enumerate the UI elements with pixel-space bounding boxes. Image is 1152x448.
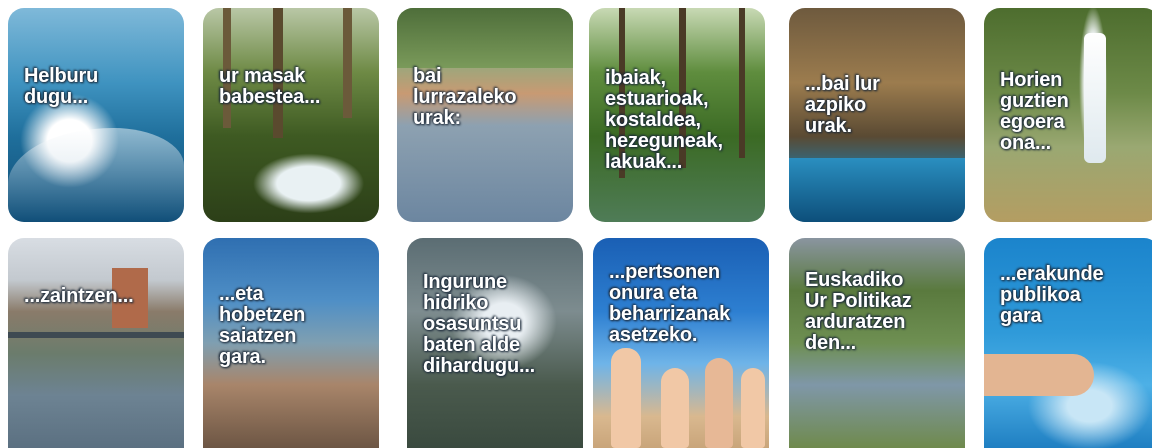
card-wave: Helburu dugu... bbox=[8, 8, 184, 222]
card-river: bai lurrazaleko urak: bbox=[397, 8, 573, 222]
hills-shape bbox=[397, 8, 573, 68]
card-caption: ...eta hobetzen saiatzen gara. bbox=[219, 283, 306, 368]
card-caption: ...zaintzen... bbox=[24, 285, 134, 307]
child-figure bbox=[661, 368, 689, 448]
card-forest: ibaiak, estuarioak, kostaldea, hezegunea… bbox=[589, 8, 765, 222]
card-caption: ...bai lur azpiko urak. bbox=[805, 73, 880, 137]
card-cave: ...bai lur azpiko urak. bbox=[789, 8, 965, 222]
card-waterfall: Horien guztien egoera ona... bbox=[984, 8, 1152, 222]
card-caption: ...erakunde publikoa gara bbox=[1000, 263, 1104, 327]
card-caption: Ingurune hidriko osasuntsu baten alde di… bbox=[423, 271, 536, 377]
card-children: ...pertsonen onura eta beharrizanak aset… bbox=[593, 238, 769, 448]
card-caption: ...pertsonen onura eta beharrizanak aset… bbox=[609, 261, 730, 346]
wave-shape bbox=[8, 128, 184, 222]
card-city: ...zaintzen... bbox=[8, 238, 184, 448]
card-shore: ...eta hobetzen saiatzen gara. bbox=[203, 238, 379, 448]
card-caption: ur masak babestea... bbox=[219, 65, 321, 108]
card-stream: ur masak babestea... bbox=[203, 8, 379, 222]
card-water-splash: ...erakunde publikoa gara bbox=[984, 238, 1152, 448]
card-caption: bai lurrazaleko urak: bbox=[413, 65, 517, 129]
card-caption: Euskadiko Ur Politikaz arduratzen den... bbox=[805, 269, 912, 354]
child-figure bbox=[611, 348, 641, 448]
card-caption: Helburu dugu... bbox=[24, 65, 99, 108]
child-figure bbox=[741, 368, 765, 448]
hand-shape bbox=[984, 354, 1094, 396]
waterfall-shape bbox=[1084, 33, 1106, 163]
bridge-shape bbox=[8, 332, 184, 338]
cave-pool bbox=[789, 158, 965, 222]
tree-trunk bbox=[739, 8, 745, 158]
child-figure bbox=[705, 358, 733, 448]
tree-trunk bbox=[343, 8, 352, 118]
card-caption: Horien guztien egoera ona... bbox=[1000, 69, 1069, 154]
card-caption: ibaiak, estuarioak, kostaldea, hezegunea… bbox=[605, 67, 723, 173]
card-ice: Ingurune hidriko osasuntsu baten alde di… bbox=[407, 238, 583, 448]
card-valley: Euskadiko Ur Politikaz arduratzen den... bbox=[789, 238, 965, 448]
